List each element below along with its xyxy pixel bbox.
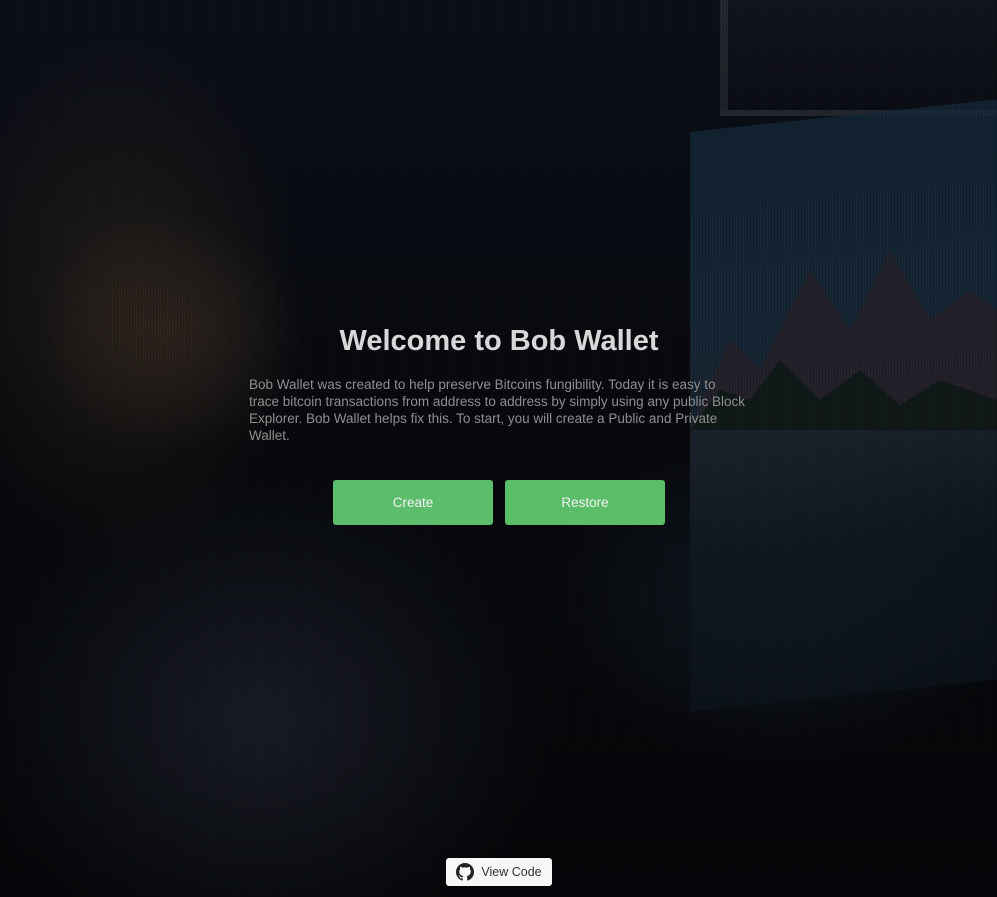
github-icon (456, 863, 475, 881)
page-title: Welcome to Bob Wallet (339, 325, 659, 357)
welcome-panel: Welcome to Bob Wallet Bob Wallet was cre… (249, 322, 749, 525)
view-code-button[interactable]: View Code (446, 858, 552, 886)
background-scene: Welcome to Bob Wallet Bob Wallet was cre… (0, 0, 997, 897)
restore-button[interactable]: Restore (505, 480, 665, 525)
create-button[interactable]: Create (333, 480, 493, 525)
action-buttons: Create Restore (249, 480, 749, 525)
view-code-label: View Code (481, 865, 542, 879)
intro-description: Bob Wallet was created to help preserve … (249, 377, 745, 443)
